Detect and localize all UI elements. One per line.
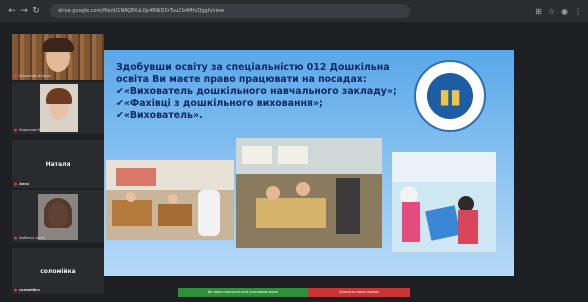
back-icon[interactable]: ← — [6, 6, 18, 16]
browser-toolbar: ← → ↻ drive.google.com/file/d/1NfKJ8XsL0… — [0, 0, 588, 22]
forward-icon[interactable]: → — [18, 6, 30, 16]
slide-intro: Здобувши освіту за спеціальністю 012 Дош… — [116, 62, 390, 85]
outdoor-photo — [392, 152, 496, 252]
participant-tile[interactable]: соломійка ● соломійка — [12, 248, 104, 294]
mic-muted-icon: ● — [14, 128, 18, 132]
mic-muted-icon: ● — [14, 236, 18, 240]
slide-text: Здобувши освіту за спеціальністю 012 Дош… — [116, 62, 416, 122]
extensions-icon[interactable]: ⊞ — [535, 7, 542, 16]
mic-muted-icon: ● — [14, 288, 18, 292]
participant-name: Наталя — [45, 160, 71, 168]
participant-name: соломійка — [40, 267, 76, 275]
menu-icon[interactable]: ⋮ — [574, 7, 582, 16]
classroom-photo — [106, 160, 234, 240]
stop-share-button[interactable]: Зупинити показ екрана — [308, 288, 410, 297]
slide-item: ✔«Вихователь». — [116, 110, 203, 121]
star-icon[interactable]: ☆ — [548, 7, 555, 16]
share-status: Ви зараз показуєте всім учасникам екран — [178, 288, 308, 297]
slide-item: ✔«Фахівці з дошкільного виховання»; — [116, 98, 323, 109]
slide-item: ✔«Вихователь дошкільного навчального зак… — [116, 86, 397, 97]
profile-icon[interactable]: ◉ — [561, 7, 568, 16]
reload-icon[interactable]: ↻ — [30, 6, 42, 16]
mic-muted-icon: ● — [14, 182, 18, 186]
address-bar[interactable]: drive.google.com/file/d/1NfKJ8XsL0p4RWDX… — [50, 4, 410, 18]
mic-muted-icon: ● — [14, 74, 18, 78]
book-icon: ▮▮ — [427, 73, 473, 119]
participant-tile[interactable]: Наталя ● Анна — [12, 140, 104, 188]
participant-tile[interactable]: ● Кирянова Юлія — [12, 82, 104, 134]
participant-tile[interactable]: ● Бабенко Анна — [12, 190, 104, 242]
screen-share-bar: Ви зараз показуєте всім учасникам екран … — [178, 288, 410, 297]
university-logo: ▮▮ — [414, 60, 486, 132]
participant-tile[interactable]: ● Кирянова Жанна — [12, 34, 104, 80]
shared-slide: Здобувши освіту за спеціальністю 012 Дош… — [104, 50, 514, 276]
playroom-photo — [236, 138, 382, 248]
